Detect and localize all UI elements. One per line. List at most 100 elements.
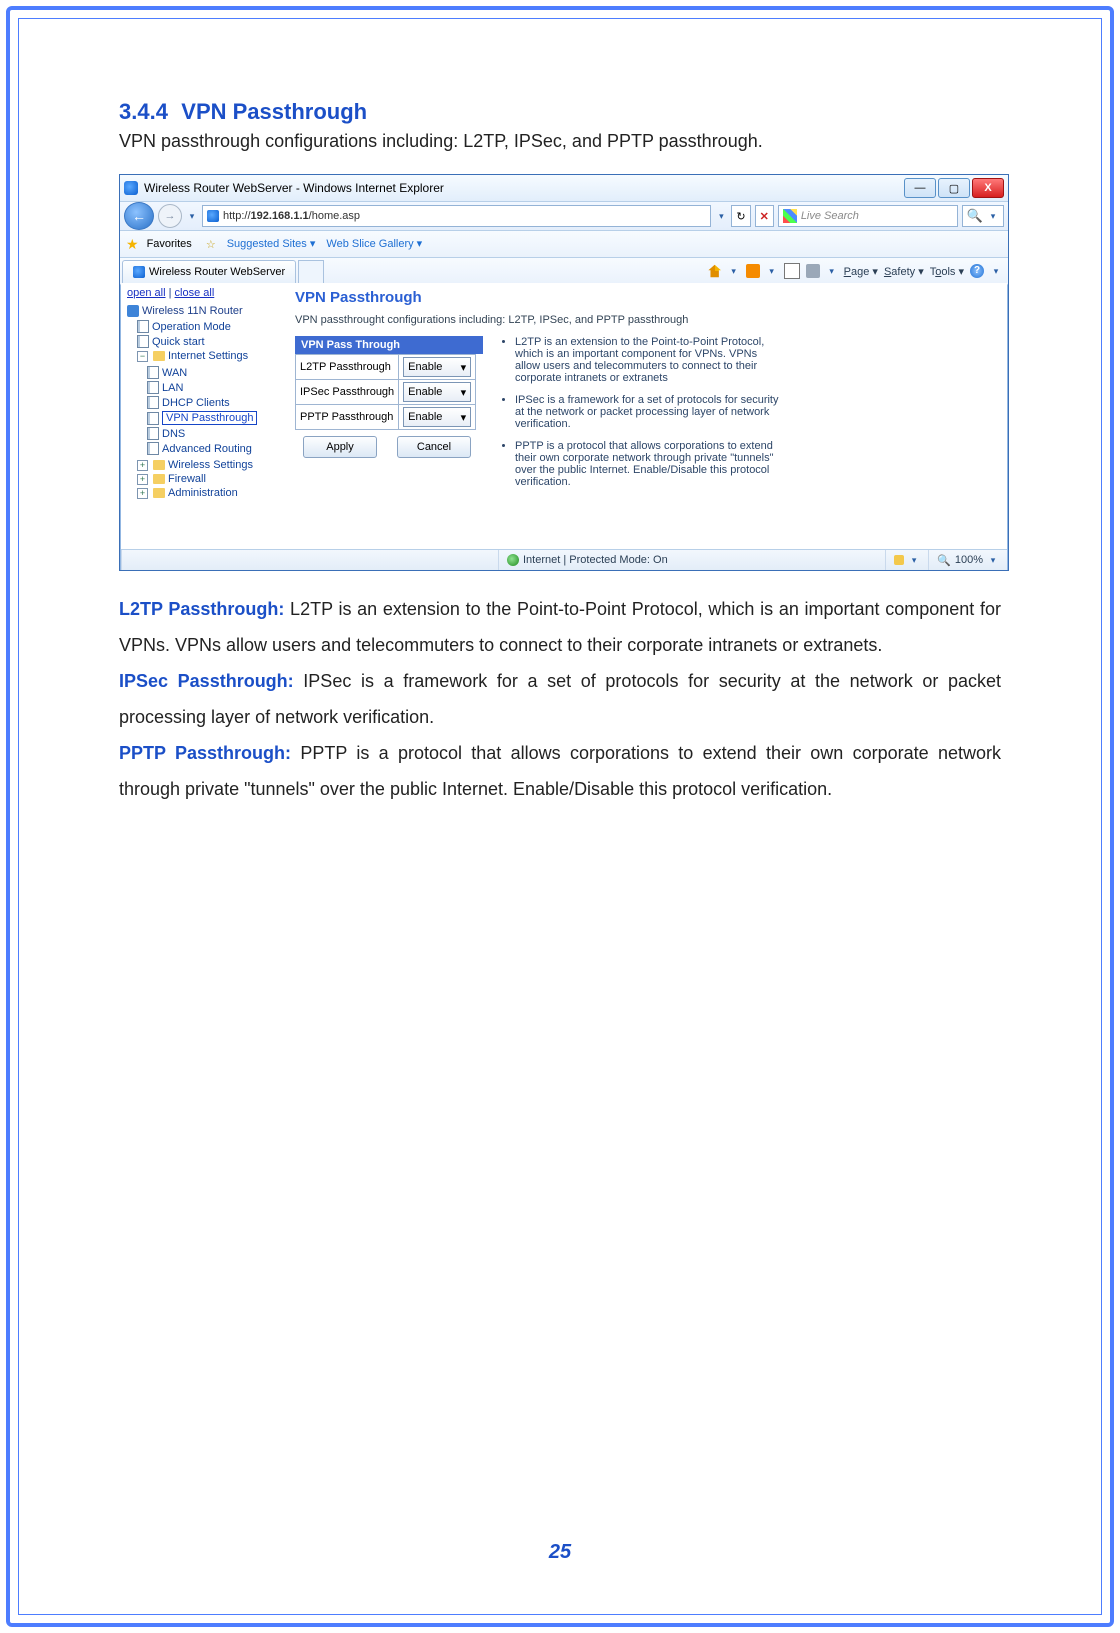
row-ipsec-label: IPSec Passthrough: [296, 380, 399, 405]
close-all-link[interactable]: close all: [175, 287, 215, 299]
protected-mode-label: Internet | Protected Mode: On: [523, 554, 668, 566]
minimize-button[interactable]: —: [904, 178, 936, 198]
tools-menu[interactable]: Tools ▾: [930, 265, 964, 278]
lock-icon: [894, 555, 904, 565]
favorites-label[interactable]: Favorites: [147, 238, 192, 250]
info-box: L2TP is an extension to the Point-to-Poi…: [501, 336, 781, 498]
panel-title: VPN Passthrough: [295, 289, 997, 306]
section-heading: 3.4.4 VPN Passthrough: [119, 99, 1001, 125]
url-scheme: http://: [223, 210, 251, 222]
tree-dhcp-clients[interactable]: DHCP Clients: [147, 395, 283, 410]
tab-active[interactable]: Wireless Router WebServer: [122, 260, 296, 283]
ipsec-select[interactable]: Enable▾: [403, 382, 471, 402]
tab-favicon-icon: [133, 266, 145, 278]
tree-root-label: Wireless 11N Router: [142, 305, 243, 317]
tree-firewall[interactable]: +Firewall: [137, 472, 283, 486]
forward-button[interactable]: →: [158, 204, 182, 228]
expand-icon[interactable]: +: [137, 474, 148, 485]
home-icon[interactable]: [708, 264, 722, 278]
nav-history-dropdown[interactable]: ▾: [186, 211, 198, 222]
info-pptp: PPTP is a protocol that allows corporati…: [515, 440, 781, 488]
pptp-select[interactable]: Enable▾: [403, 407, 471, 427]
favorites-star-icon[interactable]: ★: [126, 236, 139, 253]
collapse-icon[interactable]: −: [137, 351, 148, 362]
feeds-icon[interactable]: [746, 264, 760, 278]
tree-wireless-settings[interactable]: +Wireless Settings: [137, 458, 283, 472]
expand-icon[interactable]: +: [137, 460, 148, 471]
refresh-button[interactable]: ↻: [731, 205, 750, 227]
page-icon: [137, 320, 149, 333]
info-l2tp: L2TP is an extension to the Point-to-Poi…: [515, 336, 781, 384]
close-button[interactable]: X: [972, 178, 1004, 198]
zoom-control[interactable]: 🔍100% ▾: [928, 550, 1007, 570]
command-bar: ▾ ▾ ▾ Page ▾ Safety ▾ Tools ▾ ?▾: [708, 263, 1008, 279]
favorites-bar: ★ Favorites ☆ Suggested Sites ▾ Web Slic…: [120, 231, 1008, 258]
page-menu[interactable]: Page ▾: [844, 265, 878, 278]
folder-icon: [153, 351, 165, 361]
url-path: /home.asp: [309, 210, 360, 222]
inner-frame: 3.4.4 VPN Passthrough VPN passthrough co…: [18, 18, 1102, 1615]
cancel-button[interactable]: Cancel: [397, 436, 471, 458]
page-content: open all | close all Wireless 11N Router…: [121, 283, 1007, 550]
web-slice-link[interactable]: Web Slice Gallery ▾: [323, 237, 422, 252]
apply-button[interactable]: Apply: [303, 436, 377, 458]
tree-lan[interactable]: LAN: [147, 380, 283, 395]
search-box[interactable]: Live Search: [778, 205, 958, 227]
internet-zone-icon: [507, 554, 519, 566]
safety-menu[interactable]: Safety ▾: [884, 265, 924, 278]
row-l2tp-label: L2TP Passthrough: [296, 355, 399, 380]
tree-administration[interactable]: +Administration: [137, 486, 283, 500]
back-button[interactable]: ←: [124, 202, 154, 230]
def-pptp-term: PPTP Passthrough:: [119, 743, 291, 763]
ie-icon: [124, 181, 138, 195]
tab-label: Wireless Router WebServer: [149, 266, 285, 278]
suggested-sites-link[interactable]: Suggested Sites ▾: [224, 237, 316, 252]
address-bar[interactable]: http://192.168.1.1/home.asp: [202, 205, 711, 227]
nav-tree: open all | close all Wireless 11N Router…: [121, 283, 287, 550]
page-number: 25: [19, 1541, 1101, 1564]
live-search-icon: [783, 209, 797, 223]
tree-root[interactable]: Wireless 11N Router: [127, 305, 283, 317]
intro-text: VPN passthrough configurations including…: [119, 131, 1001, 152]
heading-number: 3.4.4: [119, 99, 168, 124]
new-tab-button[interactable]: [298, 260, 324, 283]
expand-icon[interactable]: +: [137, 488, 148, 499]
url-host: 192.168.1.1: [251, 210, 309, 222]
heading-title: VPN Passthrough: [181, 99, 367, 124]
def-l2tp-term: L2TP Passthrough:: [119, 599, 284, 619]
panel-subtitle: VPN passthrought configurations includin…: [295, 314, 997, 326]
help-icon[interactable]: ?: [970, 264, 984, 278]
read-mail-icon[interactable]: [784, 263, 800, 279]
definitions: L2TP Passthrough: L2TP is an extension t…: [119, 591, 1001, 807]
window-title: Wireless Router WebServer - Windows Inte…: [144, 181, 904, 195]
browser-window: Wireless Router WebServer - Windows Inte…: [119, 174, 1009, 571]
tree-operation-mode[interactable]: Operation Mode: [137, 319, 283, 334]
router-icon: [127, 305, 139, 317]
main-panel: VPN Passthrough VPN passthrought configu…: [287, 283, 1007, 550]
open-all-link[interactable]: open all: [127, 287, 166, 299]
tree-expand-links: open all | close all: [127, 287, 283, 299]
tree-quick-start[interactable]: Quick start: [137, 334, 283, 349]
zoom-level: 100%: [955, 554, 983, 566]
table-header: VPN Pass Through: [295, 336, 483, 354]
l2tp-select[interactable]: Enable▾: [403, 357, 471, 377]
print-icon[interactable]: [806, 264, 820, 278]
maximize-button[interactable]: ▢: [938, 178, 970, 198]
row-pptp-label: PPTP Passthrough: [296, 405, 399, 430]
tree-dns[interactable]: DNS: [147, 426, 283, 441]
tree-vpn-passthrough[interactable]: VPN Passthrough: [147, 410, 283, 426]
tree-internet-settings[interactable]: −Internet Settings: [137, 349, 283, 363]
window-title-bar: Wireless Router WebServer - Windows Inte…: [120, 175, 1008, 202]
def-ipsec-term: IPSec Passthrough:: [119, 671, 294, 691]
tree-wan[interactable]: WAN: [147, 365, 283, 380]
chevron-down-icon: ▾: [461, 386, 467, 399]
status-bar: Internet | Protected Mode: On ▾ 🔍100% ▾: [121, 549, 1007, 570]
search-go-button[interactable]: 🔍▾: [962, 205, 1004, 227]
tree-advanced-routing[interactable]: Advanced Routing: [147, 441, 283, 456]
address-dropdown-icon[interactable]: ▾: [715, 211, 727, 222]
chevron-down-icon: ▾: [461, 411, 467, 424]
search-placeholder: Live Search: [801, 210, 911, 222]
info-ipsec: IPSec is a framework for a set of protoc…: [515, 394, 781, 430]
stop-button[interactable]: ✕: [755, 205, 774, 227]
page-icon: [137, 335, 149, 348]
